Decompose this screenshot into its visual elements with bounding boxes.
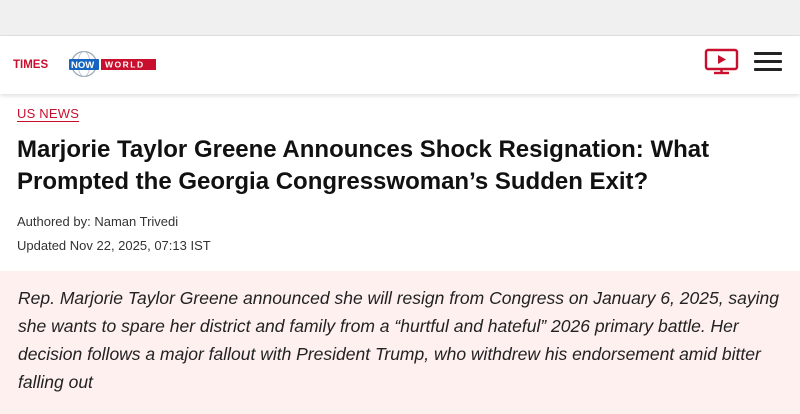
times-now-world-logo[interactable]: TIMES NOW WORLD <box>13 50 157 78</box>
menu-bar <box>754 60 782 63</box>
video-icon-graphic <box>704 48 739 75</box>
video-play-icon[interactable] <box>704 48 740 78</box>
author-byline[interactable]: Authored by: Naman Trivedi <box>17 214 178 229</box>
logo-graphic: TIMES NOW WORLD <box>13 50 156 78</box>
top-bar <box>0 0 800 36</box>
category-link-us-news[interactable]: US NEWS <box>17 106 79 121</box>
hamburger-menu-icon[interactable] <box>754 52 784 76</box>
logo-part-world: WORLD <box>105 60 145 70</box>
updated-timestamp: Updated Nov 22, 2025, 07:13 IST <box>17 238 211 253</box>
menu-bar <box>754 52 782 55</box>
logo-part-times: TIMES <box>13 59 48 71</box>
site-header: TIMES NOW WORLD <box>0 36 800 94</box>
logo-part-now: NOW <box>71 60 94 71</box>
article-summary: Rep. Marjorie Taylor Greene announced sh… <box>18 288 780 392</box>
article-headline: Marjorie Taylor Greene Announces Shock R… <box>17 136 710 195</box>
menu-bar <box>754 68 782 71</box>
